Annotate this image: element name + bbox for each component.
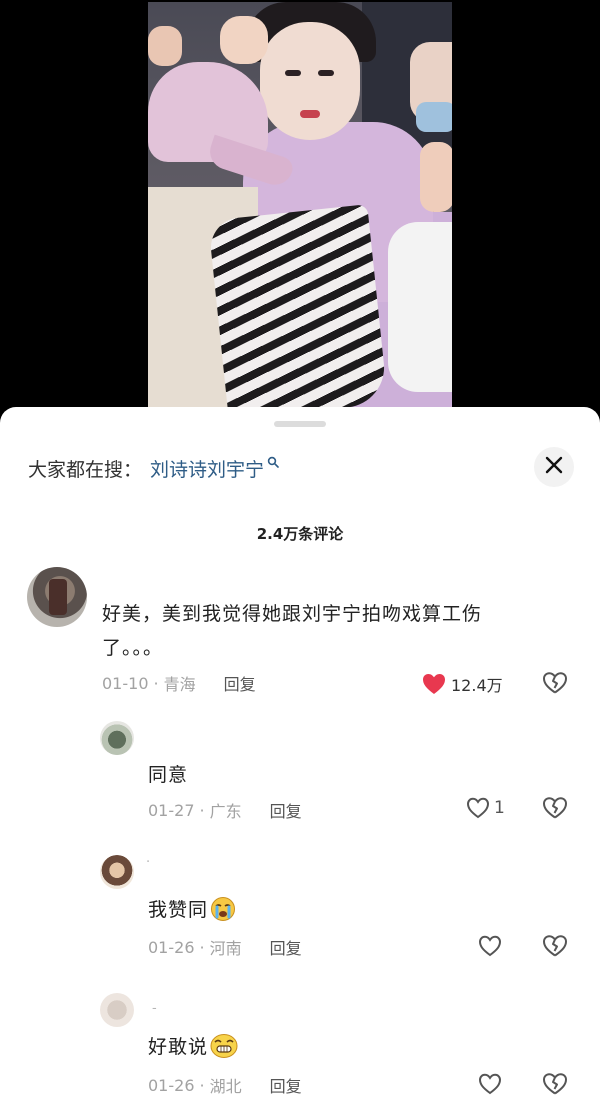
avatar[interactable]: [100, 993, 134, 1027]
heart-icon: [478, 935, 502, 957]
comment-sheet: 大家都在搜： 刘诗诗刘宇宁 2.4万条评论 好美，美到我觉得她跟刘宇宁拍吻戏算工…: [0, 407, 600, 1109]
sheet-drag-handle[interactable]: [274, 421, 326, 427]
meta-separator: ·: [153, 673, 159, 693]
like-count: 1: [494, 798, 505, 818]
broken-heart-icon: [542, 797, 568, 823]
search-suggestion-prefix: 大家都在搜：: [28, 458, 143, 481]
like-button[interactable]: [478, 1073, 502, 1095]
reply-text-content: 好敢说: [148, 1036, 209, 1058]
crying-face-icon: [210, 896, 236, 922]
search-suggestion-term[interactable]: 刘诗诗刘宇宁: [150, 455, 264, 482]
reply-username[interactable]: -: [152, 1001, 157, 1016]
reply-button[interactable]: 回复: [224, 671, 256, 695]
grimace-face-icon: [210, 1033, 238, 1059]
reply-username[interactable]: ·: [146, 855, 150, 870]
reply-text: 同意: [148, 760, 188, 790]
heart-icon: [422, 673, 446, 695]
like-button[interactable]: 12.4万: [422, 672, 503, 696]
search-icon[interactable]: [267, 456, 279, 468]
reply-button[interactable]: 回复: [270, 798, 302, 822]
heart-icon: [478, 1073, 502, 1095]
video-player[interactable]: [0, 0, 600, 420]
reply-text-content: 同意: [148, 764, 189, 786]
broken-heart-icon: [542, 672, 568, 698]
broken-heart-icon: [542, 1073, 568, 1099]
avatar[interactable]: [27, 567, 87, 627]
dislike-button[interactable]: [542, 1073, 568, 1099]
dislike-button[interactable]: [542, 672, 568, 698]
reply-location: 湖北: [209, 1077, 242, 1096]
meta-separator: ·: [199, 800, 205, 820]
like-button[interactable]: 1: [466, 797, 505, 819]
broken-heart-icon: [542, 935, 568, 961]
reply-location: 广东: [209, 802, 242, 821]
reply-button[interactable]: 回复: [270, 935, 302, 959]
meta-separator: ·: [199, 937, 205, 957]
reply-meta: 01-26 · 湖北 回复: [148, 1073, 302, 1097]
comment-text: 好美，美到我觉得她跟刘宇宁拍吻戏算工伤了。。。: [102, 603, 483, 659]
reply-button[interactable]: 回复: [270, 1073, 302, 1097]
like-button[interactable]: [478, 935, 502, 957]
reply-text-content: 我赞同: [148, 899, 209, 921]
reply-location: 河南: [209, 939, 242, 958]
close-icon: [545, 456, 563, 478]
reply-text: 好敢说: [148, 1032, 238, 1062]
avatar[interactable]: [100, 721, 134, 755]
close-button[interactable]: [534, 447, 574, 487]
like-count: 12.4万: [451, 676, 503, 695]
comment-location: 青海: [163, 675, 196, 694]
reply-meta: 01-26 · 河南 回复: [148, 935, 302, 959]
search-suggestion[interactable]: 大家都在搜： 刘诗诗刘宇宁: [28, 453, 279, 483]
reply-meta: 01-27 · 广东 回复: [148, 798, 302, 822]
avatar[interactable]: [100, 855, 134, 889]
meta-separator: ·: [199, 1075, 205, 1095]
video-frame: [148, 2, 452, 420]
reply-date: 01-26: [148, 937, 195, 957]
dislike-button[interactable]: [542, 935, 568, 961]
comment-meta: 01-10 · 青海 回复: [102, 671, 256, 695]
comment-count: 2.4万条评论: [256, 525, 344, 543]
reply-date: 01-27: [148, 800, 195, 820]
reply-text: 我赞同: [148, 895, 236, 925]
heart-icon: [466, 797, 490, 819]
reply-date: 01-26: [148, 1075, 195, 1095]
comment-date: 01-10: [102, 673, 149, 693]
dislike-button[interactable]: [542, 797, 568, 823]
